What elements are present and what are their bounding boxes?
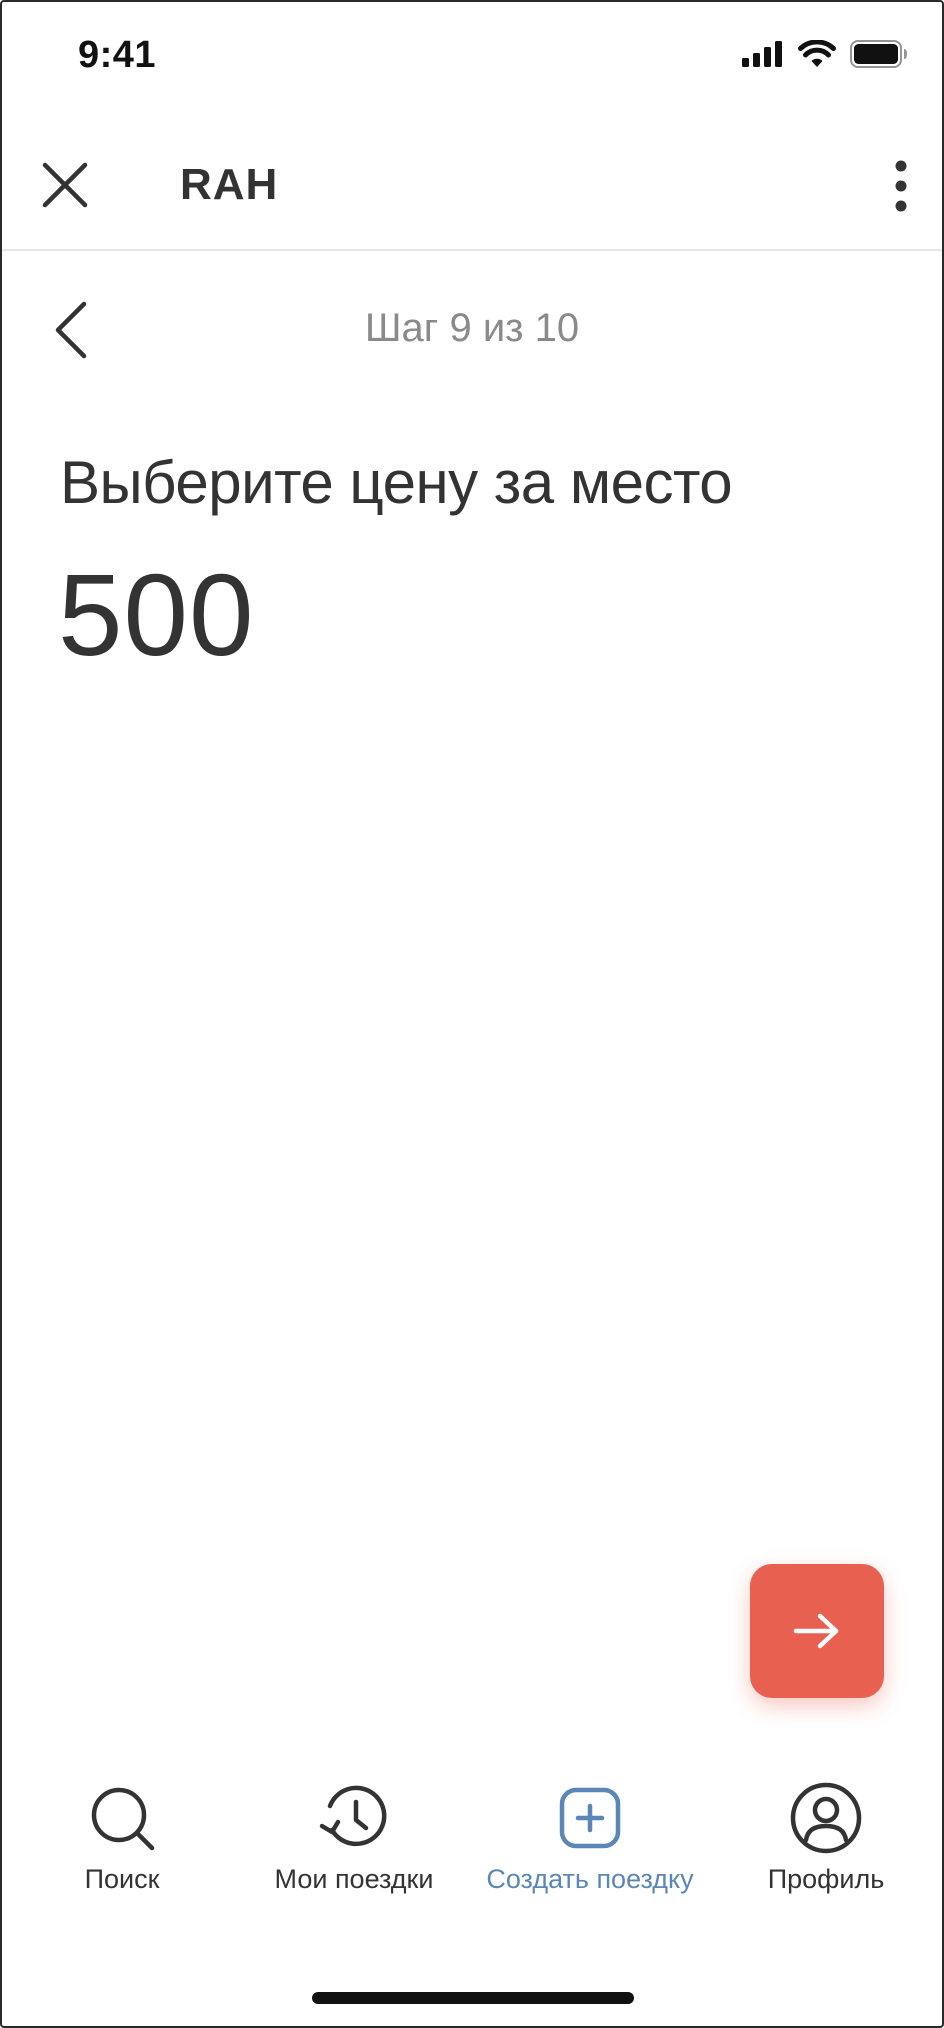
bottom-tab-bar: Поиск Мои поездки Создать поездку Профил… (2, 1782, 942, 1902)
battery-icon (850, 40, 907, 68)
tab-search[interactable]: Поиск (2, 1782, 242, 1895)
home-indicator[interactable] (312, 1992, 634, 2004)
tab-label: Поиск (84, 1864, 160, 1894)
status-icons (742, 40, 908, 68)
tab-label: Мои поездки (274, 1864, 434, 1894)
signal-icon (742, 41, 782, 67)
wifi-icon (798, 40, 836, 67)
app-title: RAH (180, 160, 279, 209)
more-menu-button[interactable] (886, 158, 916, 214)
close-icon (42, 162, 88, 208)
more-vertical-icon (895, 160, 907, 212)
tab-create-trip[interactable]: Создать поездку (470, 1782, 710, 1895)
profile-icon (790, 1782, 862, 1854)
price-input[interactable] (58, 548, 758, 682)
next-button[interactable] (750, 1564, 884, 1698)
tab-my-trips[interactable]: Мои поездки (234, 1782, 474, 1895)
tab-label: Профиль (767, 1864, 885, 1894)
tab-label: Создать поездку (486, 1864, 694, 1894)
tab-profile[interactable]: Профиль (706, 1782, 942, 1895)
close-button[interactable] (40, 160, 90, 210)
status-time: 9:41 (78, 34, 157, 76)
arrow-right-icon (793, 1613, 839, 1649)
price-question-heading: Выберите цену за место (60, 449, 733, 516)
phone-screen: 9:41 RAH Шаг 9 из 10 Выберите цену за ме… (0, 0, 944, 2028)
status-bar: 9:41 (2, 2, 942, 112)
history-icon (319, 1785, 387, 1847)
search-icon (91, 1787, 155, 1851)
app-header: RAH (2, 122, 942, 251)
plus-square-icon (559, 1787, 621, 1849)
step-indicator: Шаг 9 из 10 (364, 306, 580, 350)
